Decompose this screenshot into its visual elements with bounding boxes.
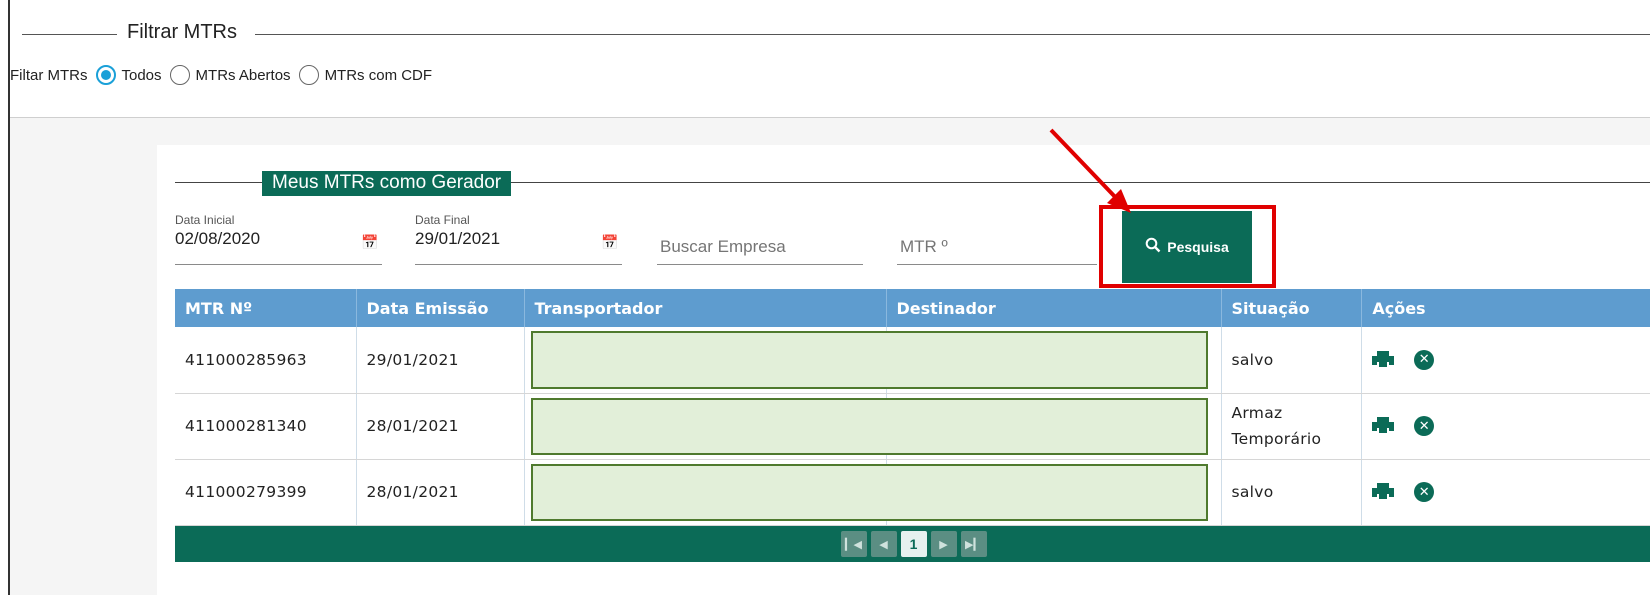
radio-label-todos: Todos xyxy=(121,66,162,84)
company-search-placeholder: Buscar Empresa xyxy=(660,237,786,256)
last-page-button[interactable]: ▶▎ xyxy=(960,531,987,557)
radio-mtrs-abertos[interactable]: MTRs Abertos xyxy=(169,65,291,85)
col-header-mtr[interactable]: MTR Nº xyxy=(175,289,357,327)
cell-transporter xyxy=(524,327,1208,394)
delete-icon[interactable]: ✕ xyxy=(1414,349,1435,370)
mtr-table: MTR Nº Data Emissão Transportador Destin… xyxy=(175,289,1650,526)
col-header-transporter[interactable]: Transportador xyxy=(524,289,887,327)
previous-page-button[interactable]: ◀ xyxy=(870,531,897,557)
calendar-icon[interactable]: 📅 xyxy=(601,234,618,251)
end-date-field[interactable]: Data Final 29/01/2021 📅 xyxy=(415,213,622,265)
calendar-icon[interactable]: 📅 xyxy=(361,234,378,251)
cell-mtr: 411000285963 xyxy=(175,327,357,394)
col-header-destination[interactable]: Destinador xyxy=(886,289,1222,327)
print-icon[interactable] xyxy=(1372,417,1395,435)
redaction-box xyxy=(530,397,1208,455)
table-row: 411000285963 29/01/2021 salvo ✕ xyxy=(175,327,1650,394)
filter-label: Filtar MTRs xyxy=(10,66,88,84)
filter-legend: Filtrar MTRs xyxy=(127,21,237,43)
mtr-number-underline xyxy=(897,264,1097,265)
cell-status: Armaz Temporário xyxy=(1221,393,1363,460)
table-row: 411000279399 28/01/2021 salvo ✕ xyxy=(175,459,1650,526)
fieldset-border-right xyxy=(255,34,1650,35)
cell-actions: ✕ xyxy=(1361,327,1650,394)
next-page-button[interactable]: ▶ xyxy=(930,531,957,557)
redaction-box xyxy=(530,463,1208,521)
table-header-row: MTR Nº Data Emissão Transportador Destin… xyxy=(175,289,1650,327)
radio-button-checked[interactable] xyxy=(95,65,116,85)
mtr-card: Meus MTRs como Gerador Data Inicial 02/0… xyxy=(157,145,1650,595)
cell-status: salvo xyxy=(1221,327,1363,394)
pagination-bar: ▎◀ ◀ 1 ▶ ▶▎ xyxy=(175,526,1650,562)
radio-button[interactable] xyxy=(298,65,319,85)
cell-transporter xyxy=(524,459,1208,526)
radio-button[interactable] xyxy=(169,65,190,85)
start-date-underline xyxy=(175,264,382,265)
app-frame: Filtrar MTRs Filtar MTRs Todos MTRs Aber… xyxy=(8,0,1650,595)
radio-label-cdf: MTRs com CDF xyxy=(324,66,433,84)
red-arrow-annotation xyxy=(1049,128,1131,213)
cell-actions: ✕ xyxy=(1361,459,1650,526)
cell-mtr: 411000279399 xyxy=(175,459,357,526)
print-icon[interactable] xyxy=(1372,350,1395,369)
delete-icon[interactable]: ✕ xyxy=(1414,482,1435,502)
cell-status: salvo xyxy=(1221,459,1363,526)
fieldset-border-left xyxy=(22,34,117,35)
start-date-caption: Data Inicial xyxy=(175,213,235,227)
filter-radio-group: Filtar MTRs Todos MTRs Abertos MTRs com … xyxy=(10,65,440,85)
mtr-number-placeholder: MTR º xyxy=(900,237,948,256)
radio-mtrs-com-cdf[interactable]: MTRs com CDF xyxy=(298,65,433,85)
print-icon[interactable] xyxy=(1372,483,1395,501)
cell-date: 28/01/2021 xyxy=(356,393,525,460)
cell-transporter xyxy=(524,393,1208,460)
cell-mtr: 411000281340 xyxy=(175,393,357,460)
mtr-number-input[interactable]: MTR º xyxy=(897,229,1097,265)
redaction-box xyxy=(530,331,1208,389)
delete-icon[interactable]: ✕ xyxy=(1414,416,1435,436)
end-date-value[interactable]: 29/01/2021 xyxy=(415,229,500,248)
col-header-date[interactable]: Data Emissão xyxy=(356,289,525,327)
start-date-field[interactable]: Data Inicial 02/08/2020 📅 xyxy=(175,213,382,265)
first-page-button[interactable]: ▎◀ xyxy=(840,531,867,557)
cell-date: 28/01/2021 xyxy=(356,459,525,526)
radio-todos[interactable]: Todos xyxy=(95,65,162,85)
table-row: 411000281340 28/01/2021 Armaz Temporário… xyxy=(175,393,1650,460)
end-date-underline xyxy=(415,264,622,265)
filter-panel: Filtrar MTRs Filtar MTRs Todos MTRs Aber… xyxy=(10,0,1650,118)
cell-actions: ✕ xyxy=(1361,393,1650,460)
page-number-button[interactable]: 1 xyxy=(900,531,927,557)
end-date-caption: Data Final xyxy=(415,213,470,227)
radio-label-abertos: MTRs Abertos xyxy=(195,66,291,84)
section-title: Meus MTRs como Gerador xyxy=(262,171,512,196)
cell-date: 29/01/2021 xyxy=(356,327,525,394)
company-search-underline xyxy=(657,264,863,265)
col-header-status[interactable]: Situação xyxy=(1221,289,1363,327)
start-date-value[interactable]: 02/08/2020 xyxy=(175,229,260,248)
company-search-input[interactable]: Buscar Empresa xyxy=(657,229,863,265)
col-header-actions: Ações xyxy=(1361,289,1650,327)
